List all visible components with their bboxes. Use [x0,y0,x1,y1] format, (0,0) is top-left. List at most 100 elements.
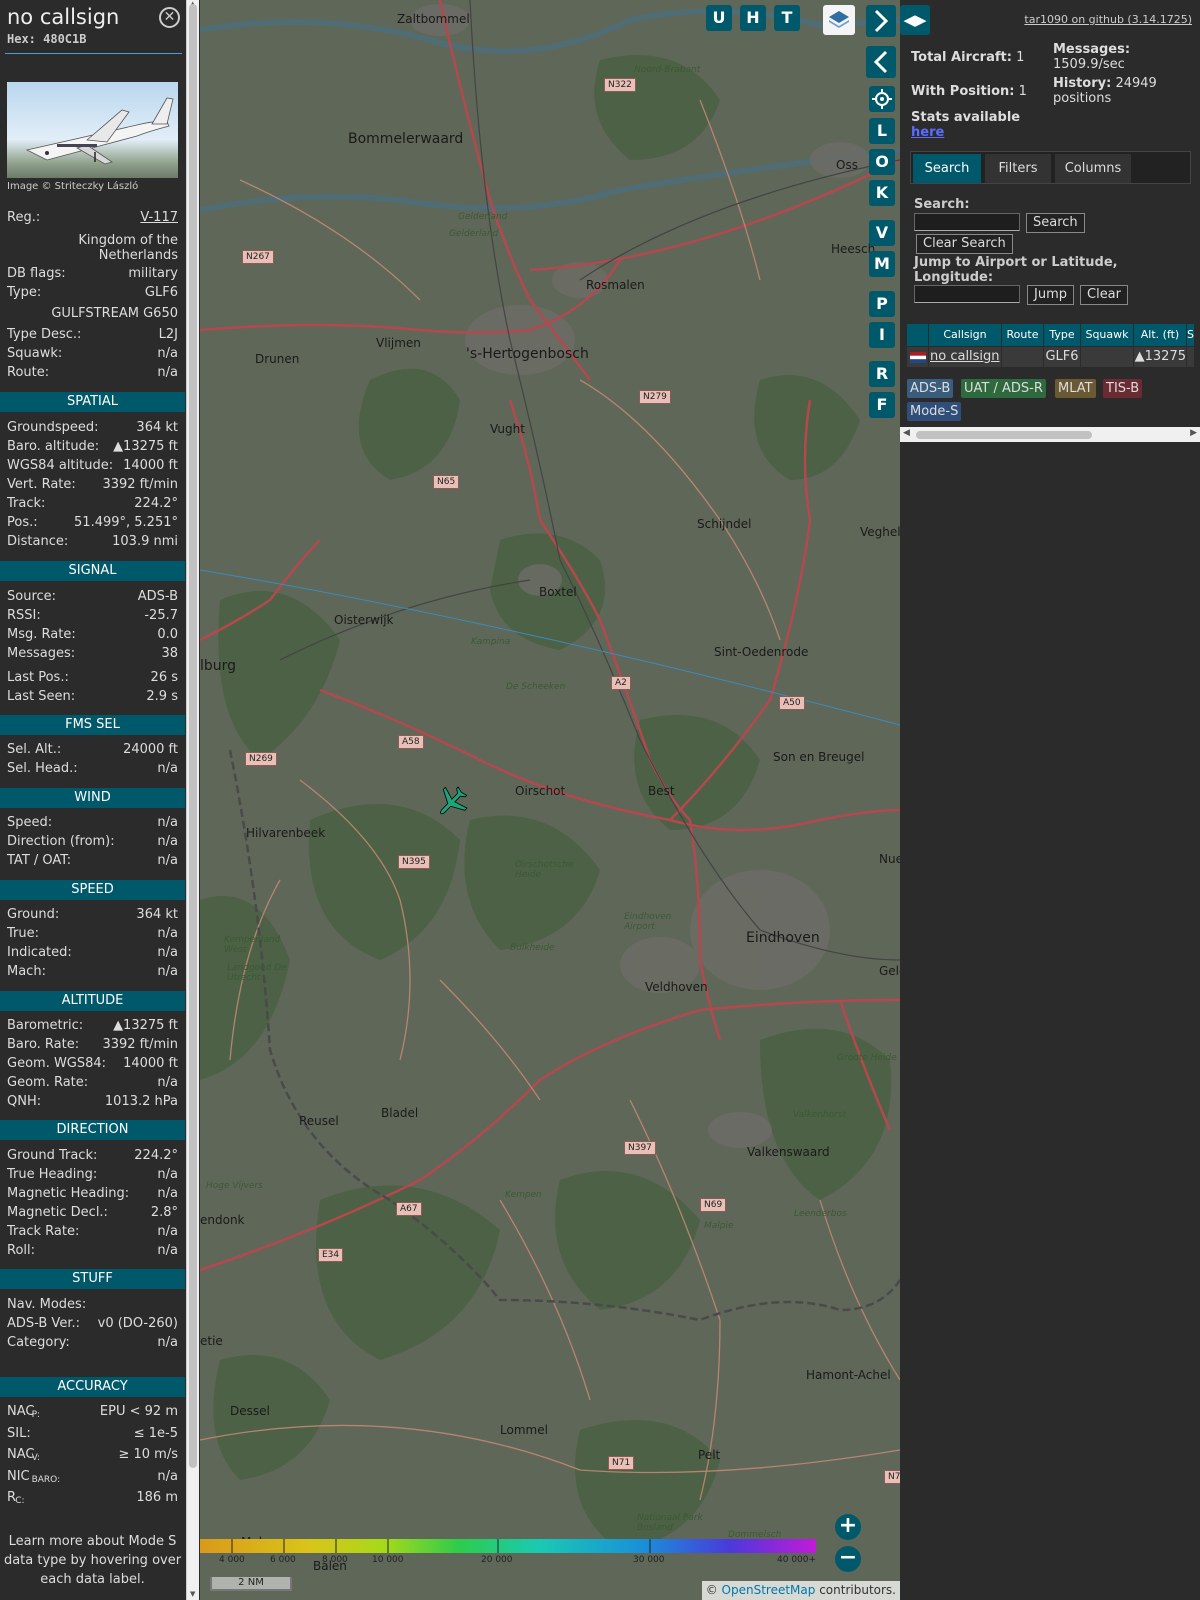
accuracy-row: R C: 186 m [7,1490,178,1508]
map-toggle-v-button[interactable]: V [869,220,895,246]
expand-sidebar-icon[interactable]: ◀▶ [900,5,930,35]
road-shield: N269 [245,752,277,766]
settings-gear-icon[interactable] [869,86,895,112]
map-toggle-o-button[interactable]: O [869,149,895,175]
row-flag-cell[interactable] [907,347,929,367]
map-toggle-m-button[interactable]: M [869,251,895,277]
search-button[interactable]: Search [1026,213,1085,233]
place-label: Valkenswaard [747,1145,830,1159]
signal-label: Last Seen: [7,689,76,704]
jump-button[interactable]: Jump [1027,285,1074,305]
road-shield: N74 [884,1470,900,1484]
row-alt-cell[interactable]: ▲13275 [1134,347,1187,367]
units-button[interactable]: U [706,5,732,31]
area-label: Kempen [505,1190,542,1200]
table-horizontal-scrollbar[interactable]: ◀ ▶ [900,427,1200,442]
scroll-left-arrow-icon[interactable]: ◀ [903,428,910,438]
scroll-down-arrow-icon[interactable]: ▼ [190,1590,195,1598]
spatial-value: 51.499°, 5.251° [74,515,178,530]
tab-filters[interactable]: Filters [985,154,1051,183]
info-scrollbar[interactable]: ▲ ▼ [186,0,199,1600]
github-link[interactable]: tar1090 on github (3.14.1725) [1024,13,1192,26]
direction-value: n/a [157,1186,178,1201]
area-label: Leenderbos [794,1209,847,1219]
stuff-value: n/a [157,1335,178,1350]
close-icon[interactable]: ✕ [159,7,180,28]
row-squawk-cell[interactable] [1081,347,1134,367]
col-route-header[interactable]: Route [1002,324,1044,346]
place-label: Geld [879,964,900,978]
signal-value: 26 s [150,670,178,685]
registration-link[interactable]: V-117 [140,210,178,225]
spatial-row: Pos.: 51.499°, 5.251° [7,515,178,533]
layers-button[interactable] [823,5,855,35]
zoom-out-button[interactable]: − [835,1546,861,1572]
accuracy-value: 186 m [136,1490,178,1505]
altitude-value: ▲13275 ft [113,1018,178,1033]
dbflags-label: DB flags: [7,266,66,281]
col-callsign-header[interactable]: Callsign [929,324,1002,346]
altitude-label: Baro. Rate: [7,1037,80,1052]
map-toggle-f-button[interactable]: F [869,392,895,418]
horizontal-scrollbar-thumb[interactable] [916,431,1092,439]
spatial-value: 3392 ft/min [102,477,178,492]
section-header-stuff: STUFF [0,1269,185,1289]
legend-uat: UAT / ADS-R [961,379,1046,398]
toggle-t-button[interactable]: T [774,5,800,31]
map-toggle-l-button[interactable]: L [869,118,895,144]
clear-search-button[interactable]: Clear Search [916,234,1013,254]
map-toggle-i-button[interactable]: I [869,322,895,348]
jump-input[interactable] [914,285,1020,303]
aircraft-marker-icon[interactable] [433,783,471,821]
chevron-left-icon[interactable] [866,46,896,78]
map-view[interactable]: Zaltbommel Bommelerwaard Rosmalen Oss Heesch… [200,0,900,1600]
altitude-color-legend [200,1539,816,1553]
altitude-value: n/a [157,1075,178,1090]
map-toggle-k-button[interactable]: K [869,180,895,206]
section-header-accuracy: ACCURACY [0,1377,185,1397]
search-input[interactable] [914,213,1020,231]
altitude-row: QNH: 1013.2 hPa [7,1094,178,1112]
spatial-label: Distance: [7,534,69,549]
row-s-cell[interactable] [1187,347,1195,367]
col-flag-header[interactable] [907,324,929,346]
road-shield: A50 [779,696,805,710]
col-alt-header[interactable]: Alt. (ft) [1134,324,1187,346]
fms-label: Sel. Alt.: [7,742,62,757]
stats-here-link[interactable]: here [911,125,944,140]
col-squawk-header[interactable]: Squawk [1081,324,1134,346]
zoom-in-button[interactable]: + [835,1514,861,1540]
speed-row: True: n/a [7,926,178,944]
wind-value: n/a [157,853,178,868]
altitude-legend-label: 4 000 [219,1555,245,1565]
altitude-value: 14000 ft [123,1056,178,1071]
row-callsign-link[interactable]: no callsign [929,347,1002,367]
toggle-h-button[interactable]: H [740,5,766,31]
info-footer: Learn more about Mode S data type by hov… [3,1534,182,1587]
signal-label: RSSI: [7,608,41,623]
road-shield: N322 [604,78,636,92]
fms-label: Sel. Head.: [7,761,78,776]
openstreetmap-link[interactable]: OpenStreetMap [722,1583,816,1597]
chevron-right-icon[interactable] [866,5,896,37]
row-type-cell[interactable]: GLF6 [1044,347,1081,367]
scroll-right-arrow-icon[interactable]: ▶ [1190,428,1197,438]
signal-row: Source: ADS-B [7,589,178,607]
map-toggle-r-button[interactable]: R [869,361,895,387]
reg-row: Reg.: V-117 [7,210,178,228]
direction-row: Track Rate: n/a [7,1224,178,1242]
col-s-header[interactable]: S [1187,324,1195,346]
direction-row: Roll: n/a [7,1243,178,1261]
map-toggle-p-button[interactable]: P [869,291,895,317]
squawk-value: n/a [157,346,178,361]
speed-value: n/a [157,945,178,960]
place-label: Vught [490,422,525,436]
tab-columns[interactable]: Columns [1055,154,1131,183]
tab-search[interactable]: Search [913,154,981,183]
row-route-cell[interactable] [1002,347,1044,367]
clear-button[interactable]: Clear [1080,285,1128,305]
scrollbar-thumb[interactable] [189,4,197,1468]
col-type-header[interactable]: Type [1044,324,1081,346]
section-header-signal: SIGNAL [0,561,185,581]
aircraft-photo[interactable] [7,82,178,178]
